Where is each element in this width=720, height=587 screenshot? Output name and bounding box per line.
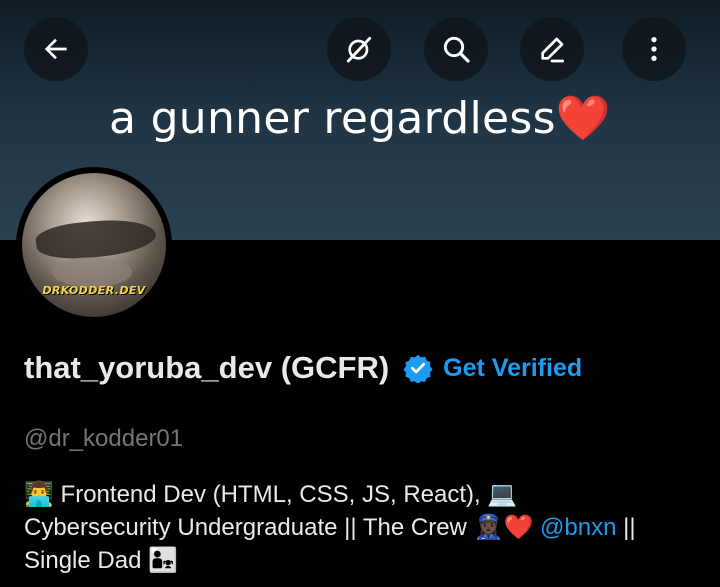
banner-caption: a gunner regardless <box>109 93 556 144</box>
mention-link[interactable]: @bnxn <box>540 514 616 541</box>
grok-button[interactable] <box>327 17 391 81</box>
avatar[interactable]: DRKODDER.DEV <box>16 167 172 323</box>
banner-text: a gunner regardless❤️ <box>0 92 720 144</box>
bio-text: || <box>616 514 636 541</box>
family-emoji: 👨‍👧 <box>148 546 178 574</box>
pencil-icon <box>541 37 564 63</box>
police-officer-emoji: 👮🏿‍♀️ <box>473 513 504 541</box>
more-vertical-icon <box>651 37 657 61</box>
search-button[interactable] <box>424 17 488 81</box>
avatar-image: DRKODDER.DEV <box>22 173 166 317</box>
heart-icon: ❤️ <box>555 93 611 144</box>
profile-bio: 👨‍💻 Frontend Dev (HTML, CSS, JS, React),… <box>24 478 704 577</box>
back-button[interactable] <box>24 17 88 81</box>
bio-text: Frontend Dev (HTML, CSS, JS, React), <box>53 481 488 508</box>
avatar-caption: DRKODDER.DEV <box>42 284 146 297</box>
name-row: that_yoruba_dev (GCFR) Get Verified <box>24 350 582 386</box>
heart-emoji: ❤️ <box>503 513 534 541</box>
bio-line: 👨‍💻 Frontend Dev (HTML, CSS, JS, React),… <box>24 478 704 511</box>
arrow-left-icon <box>44 38 67 60</box>
more-button[interactable] <box>622 17 686 81</box>
technologist-emoji: 👨‍💻 <box>24 480 54 508</box>
grok-icon <box>346 36 372 63</box>
bio-text: Single Dad <box>24 547 149 574</box>
profile-handle: @dr_kodder01 <box>24 425 184 452</box>
get-verified-link[interactable]: Get Verified <box>443 354 582 383</box>
search-icon <box>443 36 470 63</box>
bio-line: Cybersecurity Undergraduate || The Crew … <box>24 511 704 544</box>
bio-line: Single Dad 👨‍👧 <box>24 544 704 577</box>
bio-text: Cybersecurity Undergraduate || The Crew <box>24 514 474 541</box>
display-name: that_yoruba_dev (GCFR) <box>24 350 390 385</box>
avatar-shape <box>34 214 158 264</box>
avatar-shape <box>52 257 132 287</box>
verified-badge-icon[interactable] <box>403 353 433 383</box>
laptop-emoji: 💻 <box>487 480 518 508</box>
edit-button[interactable] <box>520 17 584 81</box>
